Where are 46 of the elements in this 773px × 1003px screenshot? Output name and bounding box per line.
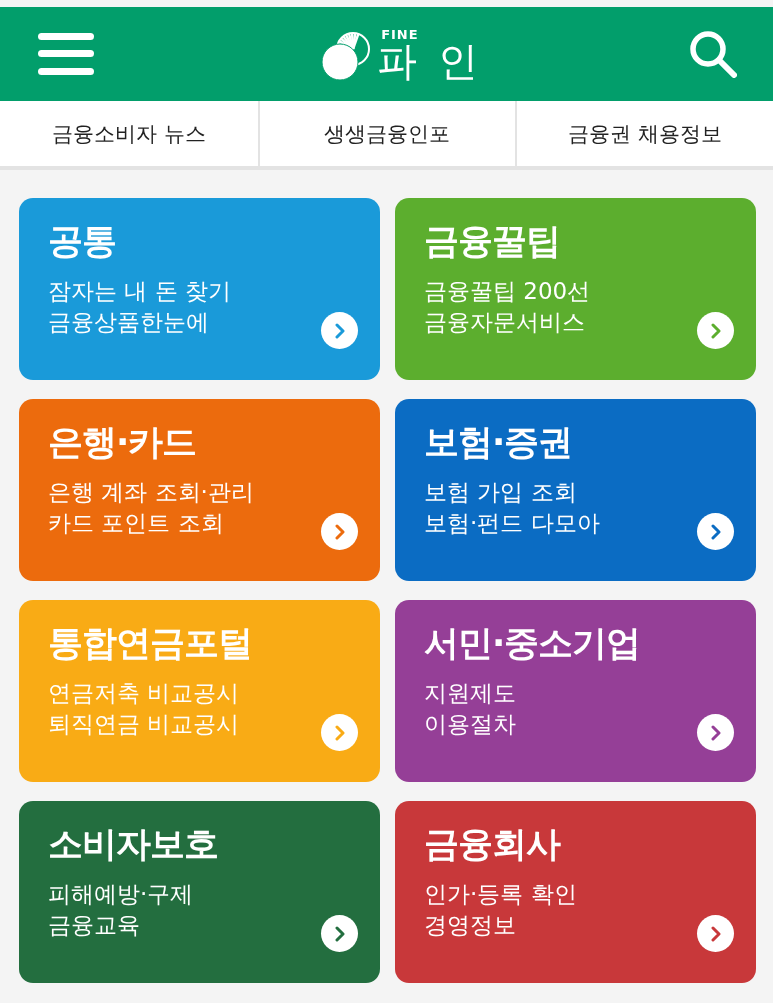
nav-tab[interactable]: 금융소비자 뉴스	[0, 101, 258, 166]
card-link-text: 금융꿀팁 200선	[424, 277, 591, 306]
chevron-icon	[697, 915, 734, 952]
nav-tab[interactable]: 생생금융인포	[257, 101, 516, 166]
card-link-text: 은행 계좌 조회·관리	[48, 478, 254, 507]
category-card[interactable]: 은행·카드 은행 계좌 조회·관리 카드 포인트 조회	[19, 399, 380, 581]
chevron-icon	[321, 714, 358, 751]
card-link-text: 퇴직연금 비교공시	[48, 710, 240, 739]
card-title: 금융회사	[424, 827, 562, 862]
card-title: 공통	[48, 224, 117, 259]
menu-icon[interactable]	[38, 33, 94, 75]
search-icon[interactable]	[689, 30, 737, 78]
card-link-text: 금융교육	[48, 911, 140, 940]
card-link-text: 피해예방·구제	[48, 880, 194, 909]
chevron-icon	[321, 312, 358, 349]
card-link-text: 보험·펀드 다모아	[424, 509, 600, 538]
card-link-text: 인가·등록 확인	[424, 880, 577, 909]
card-title: 보험·증권	[424, 425, 574, 460]
category-card[interactable]: 공통 잠자는 내 돈 찾기 금융상품한눈에	[19, 198, 380, 380]
category-card[interactable]: 금융회사 인가·등록 확인 경영정보	[395, 801, 756, 983]
category-card[interactable]: 소비자보호 피해예방·구제 금융교육	[19, 801, 380, 983]
card-link-text: 연금저축 비교공시	[48, 679, 240, 708]
card-title: 은행·카드	[48, 425, 198, 460]
card-link-text: 경영정보	[424, 911, 516, 940]
card-link-text: 지원제도	[424, 679, 516, 708]
card-link-text: 보험 가입 조회	[424, 478, 577, 507]
chevron-icon	[321, 915, 358, 952]
card-title: 소비자보호	[48, 827, 219, 862]
card-title: 금융꿀팁	[424, 224, 561, 259]
card-title: 서민·중소기업	[424, 626, 642, 661]
card-link-text: 금융상품한눈에	[48, 308, 209, 337]
logo-text: 파 인	[377, 40, 482, 81]
chevron-icon	[697, 513, 734, 550]
chevron-icon	[697, 312, 734, 349]
logo-caption: FINE	[381, 27, 419, 41]
card-link-text: 잠자는 내 돈 찾기	[48, 277, 231, 306]
chevron-icon	[697, 714, 734, 751]
nav-tab[interactable]: 금융권 채용정보	[515, 101, 773, 166]
category-card[interactable]: 보험·증권 보험 가입 조회 보험·펀드 다모아	[395, 399, 756, 581]
category-card[interactable]: 서민·중소기업 지원제도 이용절차	[395, 600, 756, 782]
card-link-text: 금융자문서비스	[424, 308, 585, 337]
chevron-icon	[321, 513, 358, 550]
card-link-text: 이용절차	[424, 710, 516, 739]
card-link-text: 카드 포인트 조회	[48, 509, 224, 538]
card-title: 통합연금포털	[48, 626, 253, 661]
category-card[interactable]: 금융꿀팁 금융꿀팁 200선 금융자문서비스	[395, 198, 756, 380]
